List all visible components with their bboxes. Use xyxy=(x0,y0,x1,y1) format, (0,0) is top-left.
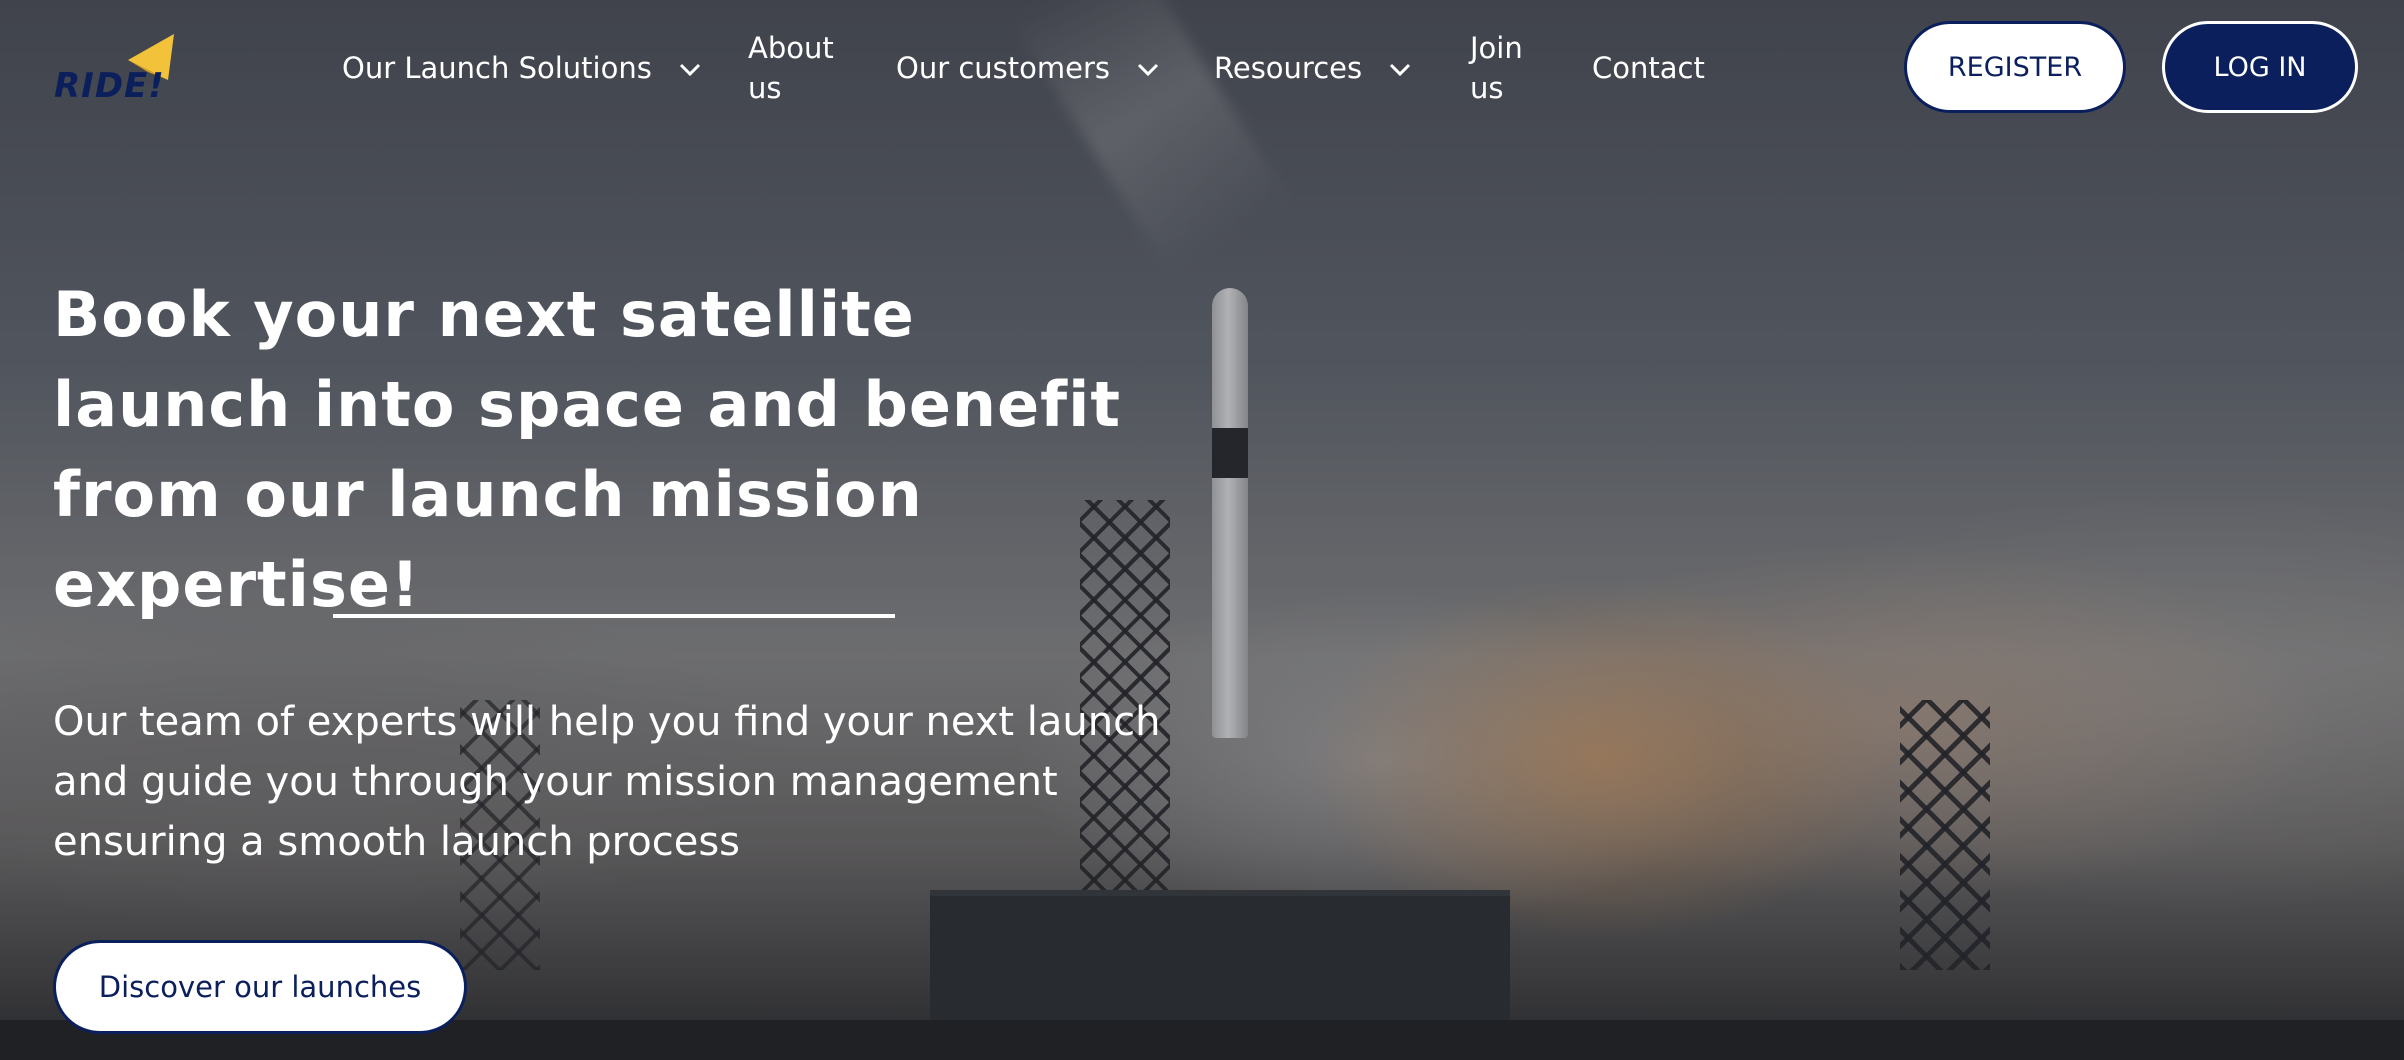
nav-label: About us xyxy=(748,31,834,105)
chevron-down-icon xyxy=(1390,63,1411,77)
hero-subtext: Our team of experts will help you find y… xyxy=(53,699,1161,865)
discover-launches-button[interactable]: Discover our launches xyxy=(53,940,467,1034)
nav-label: Contact xyxy=(1592,51,1705,85)
headline-divider xyxy=(333,614,895,618)
logo-text: RIDE! xyxy=(54,66,165,106)
hero-headline: Book your next satellite launch into spa… xyxy=(53,278,1121,621)
login-button[interactable]: LOG IN xyxy=(2162,21,2358,113)
nav-label: Join us xyxy=(1470,31,1523,105)
top-navigation: RIDE! Our Launch Solutions About us Our … xyxy=(0,0,2404,140)
nav-join-us[interactable]: Join us xyxy=(1470,28,1550,108)
nav-label: Our customers xyxy=(896,51,1111,85)
nav-resources[interactable]: Resources xyxy=(1214,48,1411,88)
nav-our-customers[interactable]: Our customers xyxy=(896,48,1159,88)
chevron-down-icon xyxy=(1138,63,1159,77)
nav-our-launch-solutions[interactable]: Our Launch Solutions xyxy=(342,48,701,88)
ride-logo[interactable]: RIDE! xyxy=(50,32,180,108)
nav-about-us[interactable]: About us xyxy=(748,28,858,108)
nav-label: Resources xyxy=(1214,51,1363,85)
nav-label: Our Launch Solutions xyxy=(342,51,652,85)
register-button[interactable]: REGISTER xyxy=(1904,21,2126,113)
nav-contact[interactable]: Contact xyxy=(1592,48,1705,88)
chevron-down-icon xyxy=(679,63,701,77)
